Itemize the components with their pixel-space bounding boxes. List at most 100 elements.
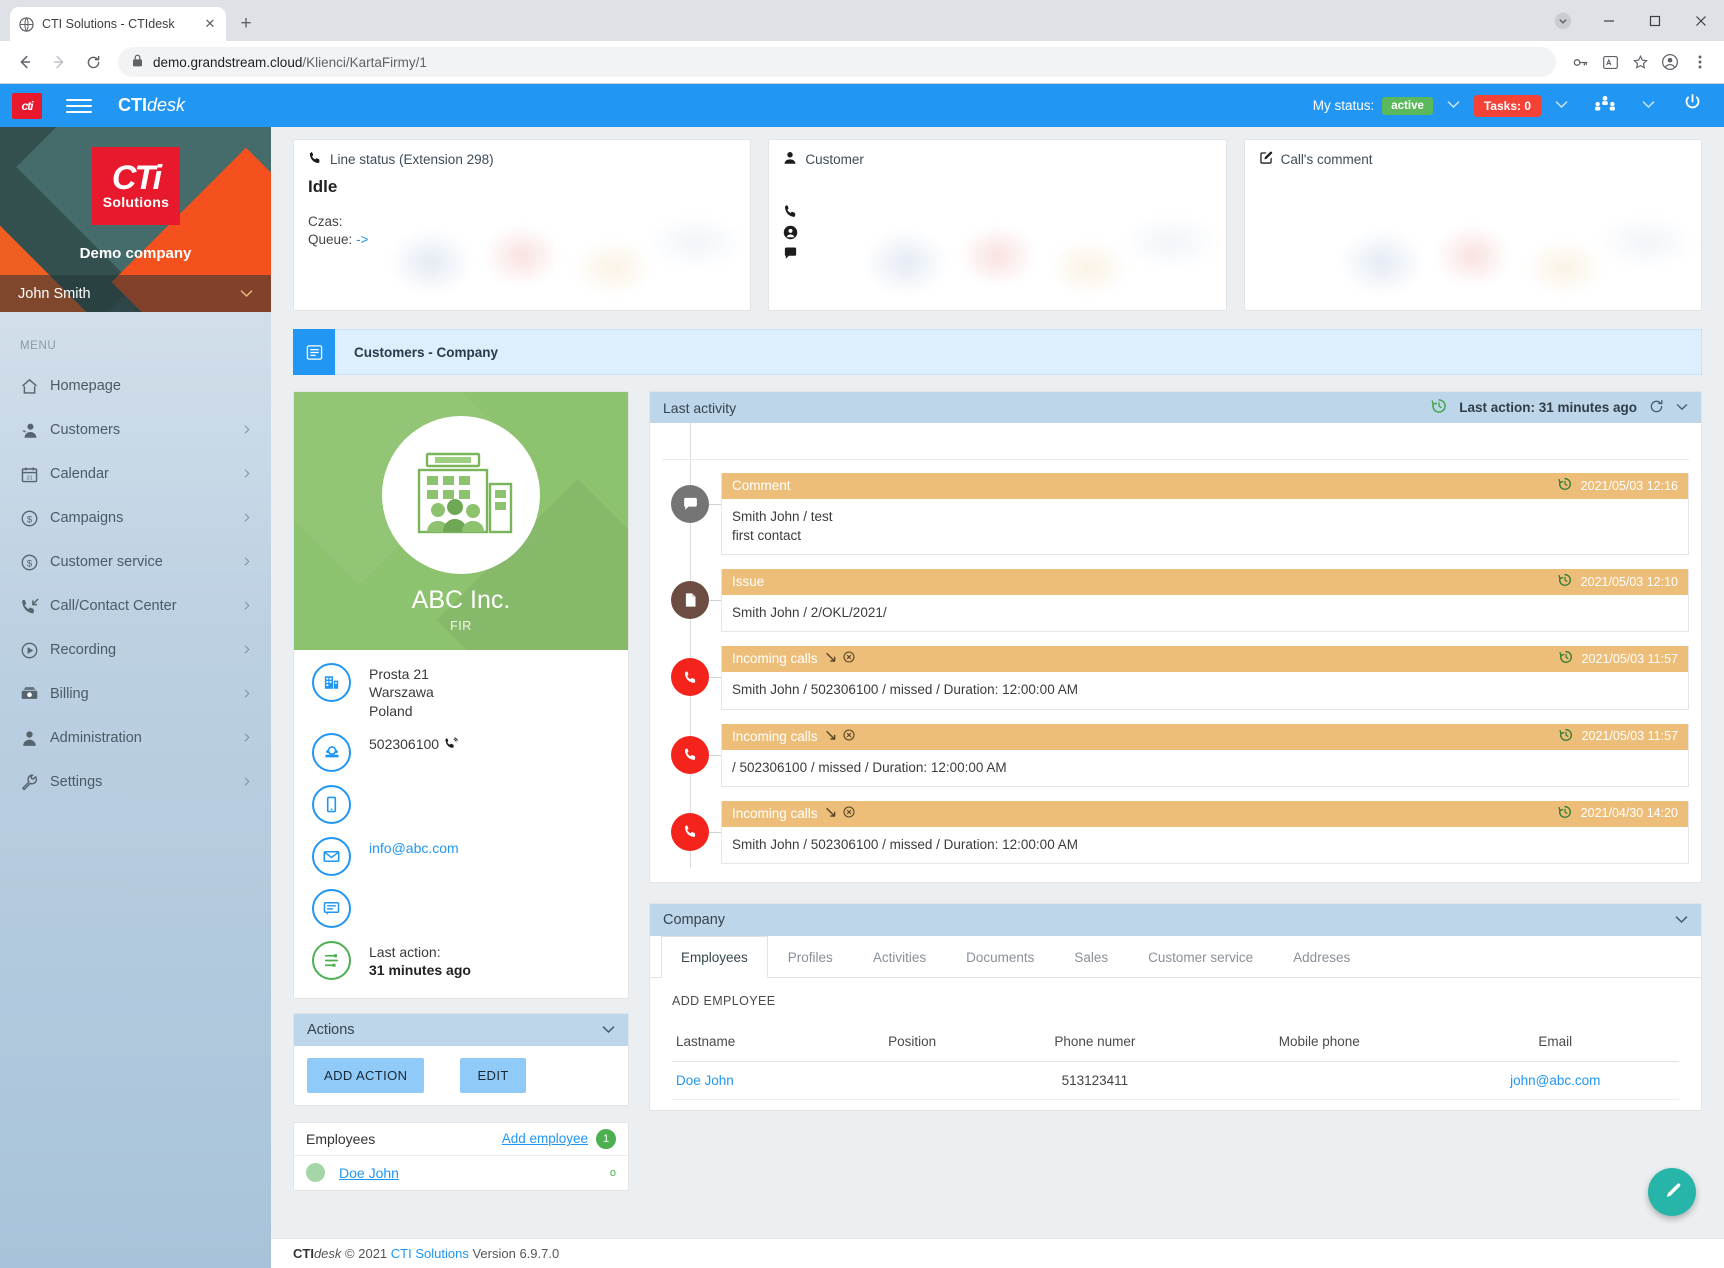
sidebar-item-settings[interactable]: Settings	[0, 760, 271, 804]
add-employee-button[interactable]: ADD EMPLOYEE	[672, 994, 1679, 1008]
wrench-icon	[20, 773, 50, 792]
timeline-connector	[709, 754, 721, 756]
tab-sales[interactable]: Sales	[1054, 936, 1128, 978]
activity-item[interactable]: Incoming calls 2021/04/30 14:20 Smith John…	[662, 800, 1689, 864]
employee-name-link[interactable]: Doe John	[339, 1165, 399, 1181]
tab-employees[interactable]: Employees	[661, 935, 768, 978]
chevron-right-icon[interactable]	[241, 687, 253, 701]
status-badge[interactable]: active	[1382, 96, 1433, 115]
tab-profiles[interactable]: Profiles	[768, 936, 853, 978]
people-chevron-down-icon[interactable]	[1628, 100, 1669, 112]
sidebar-item-campaigns[interactable]: $ Campaigns	[0, 496, 271, 540]
footer-company-link[interactable]: CTI Solutions	[391, 1246, 469, 1261]
compose-fab-button[interactable]	[1648, 1168, 1696, 1216]
employees-mini-panel: Employees Add employee 1 Doe John o	[293, 1121, 629, 1191]
sidebar-item-recording[interactable]: Recording	[0, 628, 271, 672]
tasks-chevron-down-icon[interactable]	[1541, 100, 1582, 112]
edit-button[interactable]: EDIT	[460, 1057, 526, 1093]
menu-kebab-icon[interactable]	[1686, 48, 1714, 76]
back-button[interactable]	[10, 47, 40, 77]
minimize-button[interactable]	[1586, 0, 1632, 41]
activity-item[interactable]: Comment 2021/05/03 12:16 Smith John / test…	[662, 473, 1689, 556]
sidebar-item-administration[interactable]: Administration	[0, 716, 271, 760]
add-employee-link[interactable]: Add employee	[502, 1131, 588, 1146]
sidebar-item-calendar[interactable]: 31 Calendar	[0, 452, 271, 496]
last-action-text: Last action: 31 minutes ago	[1459, 400, 1637, 415]
activity-timestamp-group: 2021/04/30 14:20	[1558, 805, 1678, 822]
forward-button[interactable]	[44, 47, 74, 77]
tab-addreses[interactable]: Addreses	[1273, 936, 1370, 978]
sidebar-item-homepage[interactable]: Homepage	[0, 364, 271, 408]
globe-icon	[18, 16, 34, 32]
sidebar-item-customers[interactable]: Customers	[0, 408, 271, 452]
bookmark-star-icon[interactable]	[1626, 48, 1654, 76]
employee-email-link[interactable]: john@abc.com	[1510, 1073, 1600, 1088]
user-chevron-down-icon[interactable]	[240, 287, 253, 301]
people-group-icon[interactable]	[1582, 95, 1628, 117]
person-circle-icon[interactable]	[783, 225, 1211, 244]
status-chevron-down-icon[interactable]	[1433, 100, 1474, 112]
chevron-right-icon[interactable]	[241, 775, 253, 789]
line-status-header: Line status (Extension 298)	[308, 151, 736, 168]
company-email-link[interactable]: info@abc.com	[369, 840, 459, 856]
footer: CTIdesk © 2021 CTI Solutions Version 6.9…	[271, 1238, 1724, 1268]
chevron-down-icon[interactable]	[602, 1023, 615, 1037]
list-item[interactable]: Doe John o	[294, 1156, 628, 1190]
profile-icon[interactable]	[1656, 48, 1684, 76]
chevron-down-icon[interactable]	[1675, 913, 1688, 927]
sidebar-item-billing[interactable]: Billing	[0, 672, 271, 716]
sidebar-user[interactable]: John Smith	[0, 275, 271, 312]
url-input[interactable]: demo.grandstream.cloud/Klienci/KartaFirm…	[118, 47, 1556, 77]
table-row[interactable]: Doe John 513123411 john@abc.com	[672, 1061, 1679, 1100]
new-tab-button[interactable]: +	[232, 10, 260, 38]
sidebar-toggle-button[interactable]	[66, 98, 92, 113]
employee-link[interactable]: Doe John	[676, 1073, 734, 1088]
maximize-button[interactable]	[1632, 0, 1678, 41]
power-icon[interactable]	[1669, 93, 1724, 118]
comment-icon[interactable]	[783, 246, 1211, 265]
translate-icon[interactable]	[1596, 48, 1624, 76]
activity-timestamp-group: 2021/05/03 12:10	[1558, 573, 1678, 590]
close-icon[interactable]: ✕	[202, 16, 218, 32]
chevron-down-icon[interactable]	[1540, 0, 1586, 41]
phone-call-icon[interactable]	[439, 736, 458, 752]
refresh-icon[interactable]	[1649, 399, 1664, 417]
sidebar-item-label: Customer service	[50, 554, 163, 570]
tab-documents[interactable]: Documents	[946, 936, 1054, 978]
sidebar-item-customer-service[interactable]: $ Customer service	[0, 540, 271, 584]
chevron-right-icon[interactable]	[241, 511, 253, 525]
chevron-right-icon[interactable]	[241, 423, 253, 437]
chevron-right-icon[interactable]	[241, 643, 253, 657]
tab-customer-service[interactable]: Customer service	[1128, 936, 1273, 978]
activity-item[interactable]: Incoming calls 2021/05/03 11:57 Smith John…	[662, 646, 1689, 710]
activity-item[interactable]: Issue 2021/05/03 12:10 Smith John / 2/OKL/…	[662, 569, 1689, 633]
chevron-right-icon[interactable]	[241, 599, 253, 613]
key-icon[interactable]	[1566, 48, 1594, 76]
browser-tab[interactable]: CTI Solutions - CTIdesk ✕	[10, 7, 226, 41]
sidebar-item-call-contact-center[interactable]: Call/Contact Center	[0, 584, 271, 628]
queue-value[interactable]: ->	[356, 232, 368, 247]
employees-count-badge: 1	[596, 1128, 616, 1149]
chevron-right-icon[interactable]	[241, 731, 253, 745]
chevron-right-icon[interactable]	[241, 467, 253, 481]
company-subtitle: FIR	[450, 619, 472, 633]
pencil-square-icon	[1259, 151, 1273, 168]
tab-activities[interactable]: Activities	[853, 936, 946, 978]
timeline-connector	[709, 600, 721, 602]
activity-item[interactable]: Incoming calls 2021/05/03 11:57 / 50230610…	[662, 723, 1689, 787]
brand-italic: desk	[147, 95, 186, 115]
window-close-button[interactable]	[1678, 0, 1724, 41]
sidebar-item-label: Calendar	[50, 466, 109, 482]
tasks-badge[interactable]: Tasks: 0	[1473, 94, 1541, 117]
activity-body-line: Smith John / 2/OKL/2021/	[732, 605, 887, 621]
chevron-right-icon[interactable]	[241, 555, 253, 569]
my-status-label: My status:	[1312, 98, 1375, 113]
url-text: demo.grandstream.cloud/Klienci/KartaFirm…	[153, 55, 427, 70]
chevron-down-icon[interactable]	[1676, 402, 1688, 414]
reload-button[interactable]	[78, 47, 108, 77]
arrow-down-right-icon	[825, 729, 837, 744]
circle-x-icon	[842, 806, 855, 821]
add-action-button[interactable]: ADD ACTION	[307, 1057, 425, 1093]
phone-icon[interactable]	[783, 204, 1211, 223]
right-column: Last activity Last action: 31 minutes ag…	[649, 391, 1702, 1111]
